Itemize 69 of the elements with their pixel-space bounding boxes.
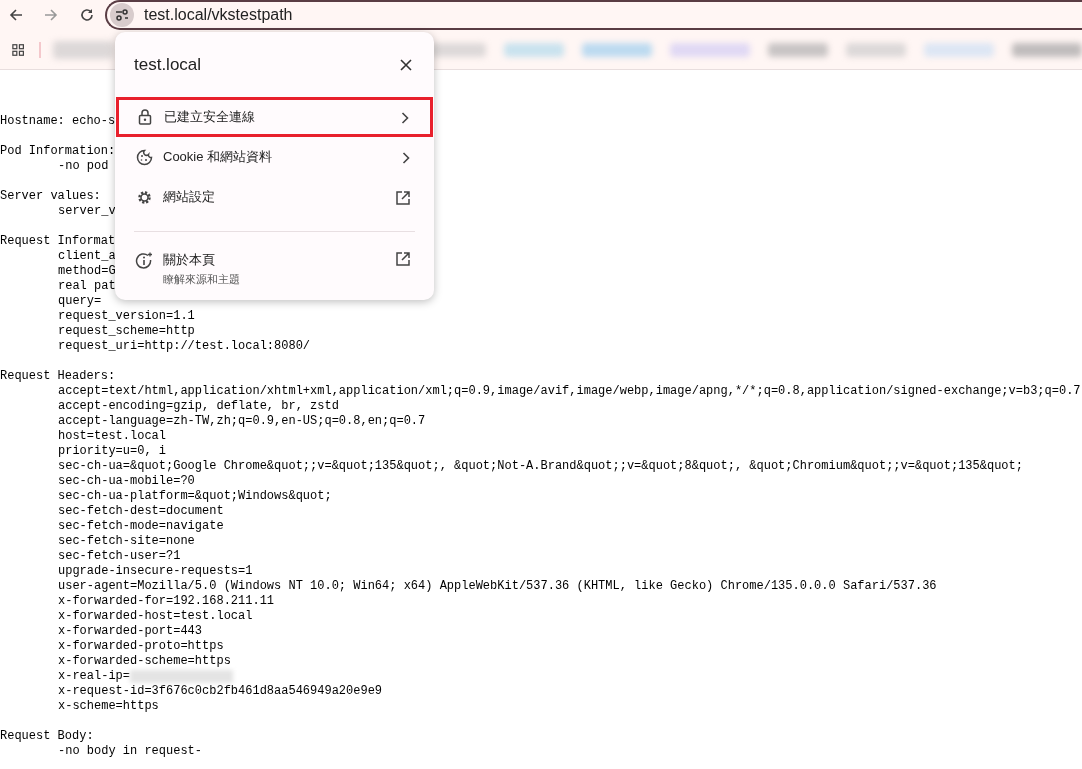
bookmark-item[interactable]: [504, 42, 564, 57]
chevron-right-icon: [401, 112, 409, 124]
header-line: real pat: [58, 279, 116, 294]
header-line: method=G: [58, 264, 116, 279]
header-line: -no body in request-: [58, 744, 203, 759]
header-line: upgrade-insecure-requests=1: [58, 564, 253, 579]
bookmark-item[interactable]: [924, 42, 994, 57]
bookmark-item[interactable]: [768, 42, 828, 57]
header-line: host=test.local: [58, 429, 167, 444]
info-sparkle-icon: [135, 252, 153, 270]
settings-icon: [135, 189, 153, 206]
header-line: accept-encoding=gzip, deflate, br, zstd: [58, 399, 339, 414]
header-line: sec-ch-ua-platform=&quot;Windows&quot;: [58, 489, 332, 504]
menu-item[interactable]: Cookie 和網站資料: [115, 137, 434, 177]
header-line: sec-ch-ua-mobile=?0: [58, 474, 195, 489]
header-line: client_a: [58, 249, 116, 264]
popup-title: test.local: [134, 53, 202, 76]
header-line: request_scheme=http: [58, 324, 195, 339]
section-heading: Pod Information:: [0, 144, 116, 159]
header-line: request_version=1.1: [58, 309, 195, 324]
back-icon[interactable]: [8, 7, 24, 23]
header-line: sec-fetch-site=none: [58, 534, 195, 549]
header-line: accept-language=zh-TW,zh;q=0.9,en-US;q=0.8,en;q=0.7: [58, 414, 426, 429]
forward-icon[interactable]: [43, 7, 59, 23]
menu-item-subtitle: 瞭解來源和主題: [163, 272, 240, 287]
section-heading: Server values:: [0, 189, 101, 204]
menu-item[interactable]: 已建立安全連線: [116, 97, 433, 137]
bookmark-item[interactable]: [846, 42, 906, 57]
reload-icon[interactable]: [79, 7, 95, 23]
header-line: server_v: [58, 204, 116, 219]
header-line: priority=u=0, i: [58, 444, 167, 459]
header-line: x-forwarded-proto=https: [58, 639, 224, 654]
lock-icon: [138, 109, 152, 125]
header-line: x-request-id=3f676c0cb2fb461d8aa546949a20e9e9: [58, 684, 383, 699]
header-line: -no pod: [58, 159, 109, 174]
bookmark-item[interactable]: [53, 40, 113, 59]
section-heading: Request Informat: [0, 234, 116, 249]
header-line: request_uri=http://test.local:8080/: [58, 339, 311, 354]
address-bar[interactable]: test.local/vkstestpath: [105, 0, 1082, 30]
bookmark-item[interactable]: [431, 42, 486, 57]
header-line: x-forwarded-host=test.local: [58, 609, 253, 624]
bookmark-item[interactable]: [670, 42, 750, 57]
section-heading: Request Body:: [0, 729, 94, 744]
header-line: sec-fetch-user=?1: [58, 549, 181, 564]
site-settings-icon[interactable]: [110, 3, 134, 27]
external-link-icon: [396, 252, 410, 266]
header-line: sec-fetch-mode=navigate: [58, 519, 224, 534]
external-link-icon: [396, 191, 410, 205]
header-line: sec-ch-ua=&quot;Google Chrome&quot;;v=&quot;135&quot;, &quot;Not-A.Brand&quot;;v=&quot;8&quot;, &quot;Chromium&quot;;v=&quot;135&quot;: [58, 459, 1023, 474]
menu-item[interactable]: 網站設定: [115, 177, 434, 217]
header-line: x-forwarded-port=443: [58, 624, 203, 639]
bookmark-item[interactable]: [582, 42, 652, 57]
header-line: x-forwarded-scheme=https: [58, 654, 231, 669]
section-heading: Hostname: echo-s: [0, 114, 116, 129]
url-text: test.local/vkstestpath: [144, 5, 293, 25]
bookmark-item[interactable]: [1012, 42, 1082, 57]
header-line: user-agent=Mozilla/5.0 (Windows NT 10.0; Win64; x64) AppleWebKit/537.36 (KHTML, like Gecko) Chrome/135.0.0.0 Safari/537.36: [58, 579, 937, 594]
chevron-right-icon: [402, 152, 410, 164]
header-line: x-forwarded-for=192.168.211.11: [58, 594, 275, 609]
header-line: x-scheme=https: [58, 699, 159, 714]
header-line: accept=text/html,application/xhtml+xml,application/xml;q=0.9,image/avif,image/webp,image/apng,*/*;q=0.8,application/signed-exchange;v=b3;q=0.7: [58, 384, 1081, 399]
close-icon[interactable]: [400, 58, 412, 71]
header-line: sec-fetch-dest=document: [58, 504, 224, 519]
header-line: x-real-ip=: [58, 669, 130, 684]
section-heading: Request Headers:: [0, 369, 116, 384]
apps-icon[interactable]: [12, 42, 25, 57]
header-line: query=: [58, 294, 102, 309]
cookie-icon: [135, 149, 153, 166]
menu-item[interactable]: 關於本頁 瞭解來源和主題: [115, 246, 434, 292]
